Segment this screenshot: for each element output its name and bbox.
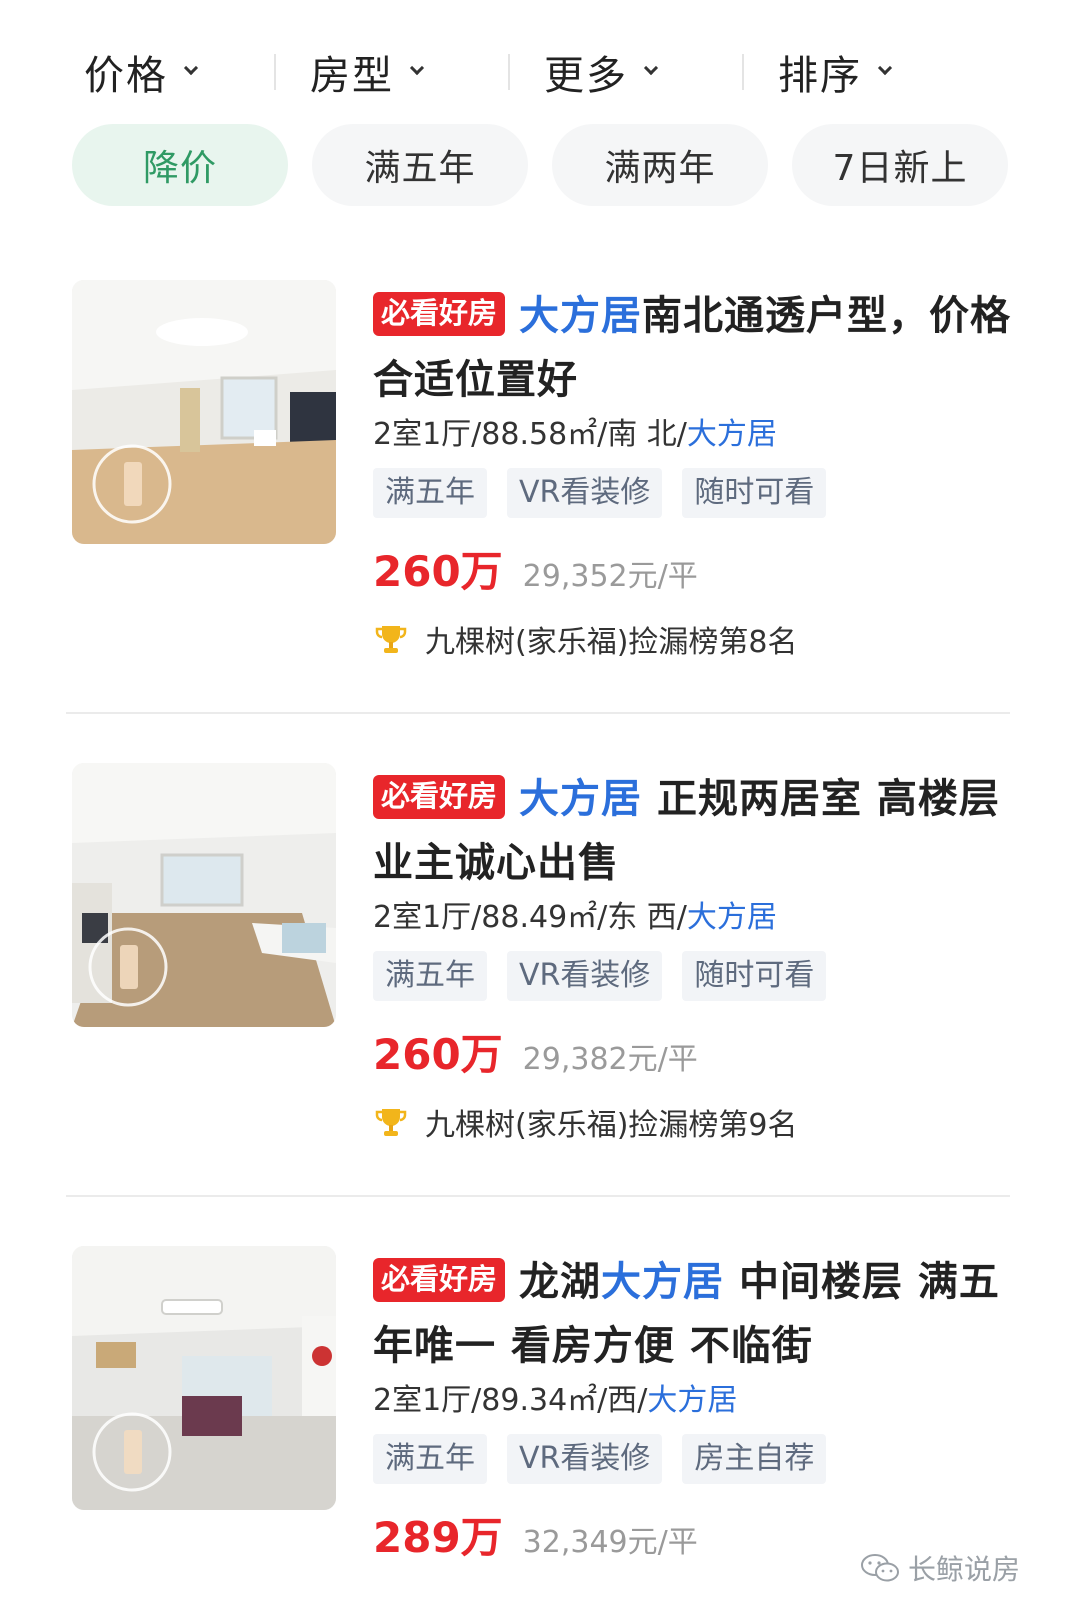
- tag-list: 满五年 VR看装修 房主自荐: [373, 1434, 1013, 1484]
- meta-layout: 2室1厅/89.34㎡/西/: [373, 1383, 648, 1418]
- meta-community-link[interactable]: 大方居: [687, 900, 777, 935]
- tag-list: 满五年 VR看装修 随时可看: [373, 951, 1013, 1001]
- chevron-down-icon: [183, 60, 199, 76]
- filter-more-label: 更多: [544, 53, 628, 99]
- total-price: 260万: [373, 547, 503, 596]
- meta-layout: 2室1厅/88.49㎡/东 西/: [373, 900, 687, 935]
- listing-meta: 2室1厅/89.34㎡/西/大方居: [373, 1380, 1013, 1422]
- tag: VR看装修: [507, 1434, 663, 1484]
- tag: 满五年: [373, 951, 487, 1001]
- trophy-icon: [375, 626, 407, 653]
- filter-divider: [508, 54, 510, 90]
- listing-divider: [66, 712, 1010, 714]
- quick-filter-row: 降价 满五年 满两年 7日新上: [72, 124, 1008, 206]
- listing-title[interactable]: 必看好房 大方居 正规两居室 高楼层 业主诚心出售: [373, 767, 1013, 895]
- filter-price-label: 价格: [84, 53, 168, 99]
- unit-price: 32,349元/平: [522, 1525, 698, 1560]
- tag: VR看装修: [507, 468, 663, 518]
- rank-text: 九棵树(家乐福)捡漏榜第8名: [425, 625, 798, 660]
- tag-list: 满五年 VR看装修 随时可看: [373, 468, 1013, 518]
- meta-community-link[interactable]: 大方居: [647, 1383, 737, 1418]
- meta-community-link[interactable]: 大方居: [687, 417, 777, 452]
- listing-photo[interactable]: [72, 280, 336, 544]
- chevron-down-icon: [643, 60, 659, 76]
- price-row: 260万 29,352元/平: [373, 538, 1013, 599]
- listing-meta: 2室1厅/88.49㎡/东 西/大方居: [373, 897, 1013, 939]
- must-see-badge: 必看好房: [373, 775, 506, 819]
- title-community: 大方居: [601, 1259, 725, 1305]
- chip-new-7-days[interactable]: 7日新上: [792, 124, 1008, 206]
- total-price: 289万: [373, 1513, 503, 1562]
- filter-sort[interactable]: 排序: [736, 40, 970, 104]
- listing-info: 必看好房 大方居南北通透户型，价格合适位置好 2室1厅/88.58㎡/南 北/大方…: [373, 284, 1013, 661]
- chip-price-drop[interactable]: 降价: [72, 124, 288, 206]
- listing-meta: 2室1厅/88.58㎡/南 北/大方居: [373, 414, 1013, 456]
- rank-row[interactable]: 九棵树(家乐福)捡漏榜第9名: [373, 1100, 1013, 1144]
- title-community: 大方居: [519, 776, 643, 822]
- filter-layout[interactable]: 房型: [268, 40, 502, 104]
- meta-layout: 2室1厅/88.58㎡/南 北/: [373, 417, 687, 452]
- listing-photo[interactable]: [72, 1246, 336, 1510]
- chip-five-years[interactable]: 满五年: [312, 124, 528, 206]
- total-price: 260万: [373, 1030, 503, 1079]
- wechat-icon: [860, 1554, 899, 1582]
- rank-text: 九棵树(家乐福)捡漏榜第9名: [425, 1108, 798, 1143]
- listing-info: 必看好房 龙湖大方居 中间楼层 满五年唯一 看房方便 不临街 2室1厅/89.34…: [373, 1250, 1013, 1565]
- watermark: 长鲸说房: [860, 1548, 1020, 1588]
- must-see-badge: 必看好房: [373, 292, 506, 336]
- chevron-down-icon: [877, 60, 893, 76]
- filter-sort-label: 排序: [778, 53, 862, 99]
- unit-price: 29,352元/平: [522, 559, 698, 594]
- trophy-icon: [375, 1109, 407, 1136]
- listing-divider: [66, 1195, 1010, 1197]
- tag: VR看装修: [507, 951, 663, 1001]
- filter-price[interactable]: 价格: [0, 40, 268, 104]
- chip-two-years[interactable]: 满两年: [552, 124, 768, 206]
- filter-divider: [742, 54, 744, 90]
- listing-title[interactable]: 必看好房 大方居南北通透户型，价格合适位置好: [373, 284, 1013, 412]
- price-row: 260万 29,382元/平: [373, 1021, 1013, 1082]
- tag: 满五年: [373, 468, 487, 518]
- tag: 满五年: [373, 1434, 487, 1484]
- listing-title[interactable]: 必看好房 龙湖大方居 中间楼层 满五年唯一 看房方便 不临街: [373, 1250, 1013, 1378]
- filter-more[interactable]: 更多: [502, 40, 736, 104]
- tag: 随时可看: [682, 951, 827, 1001]
- watermark-text: 长鲸说房: [907, 1553, 1020, 1586]
- filter-layout-label: 房型: [310, 53, 394, 99]
- tag: 随时可看: [682, 468, 827, 518]
- title-community: 大方居: [519, 293, 643, 339]
- unit-price: 29,382元/平: [522, 1042, 698, 1077]
- tag: 房主自荐: [682, 1434, 827, 1484]
- filter-bar: 价格 房型 更多 排序: [0, 40, 1080, 104]
- filter-divider: [274, 54, 276, 90]
- chevron-down-icon: [409, 60, 425, 76]
- listing-info: 必看好房 大方居 正规两居室 高楼层 业主诚心出售 2室1厅/88.49㎡/东 西…: [373, 767, 1013, 1144]
- title-prefix: 龙湖: [519, 1259, 602, 1305]
- rank-row[interactable]: 九棵树(家乐福)捡漏榜第8名: [373, 617, 1013, 661]
- listing-photo[interactable]: [72, 763, 336, 1027]
- must-see-badge: 必看好房: [373, 1258, 506, 1302]
